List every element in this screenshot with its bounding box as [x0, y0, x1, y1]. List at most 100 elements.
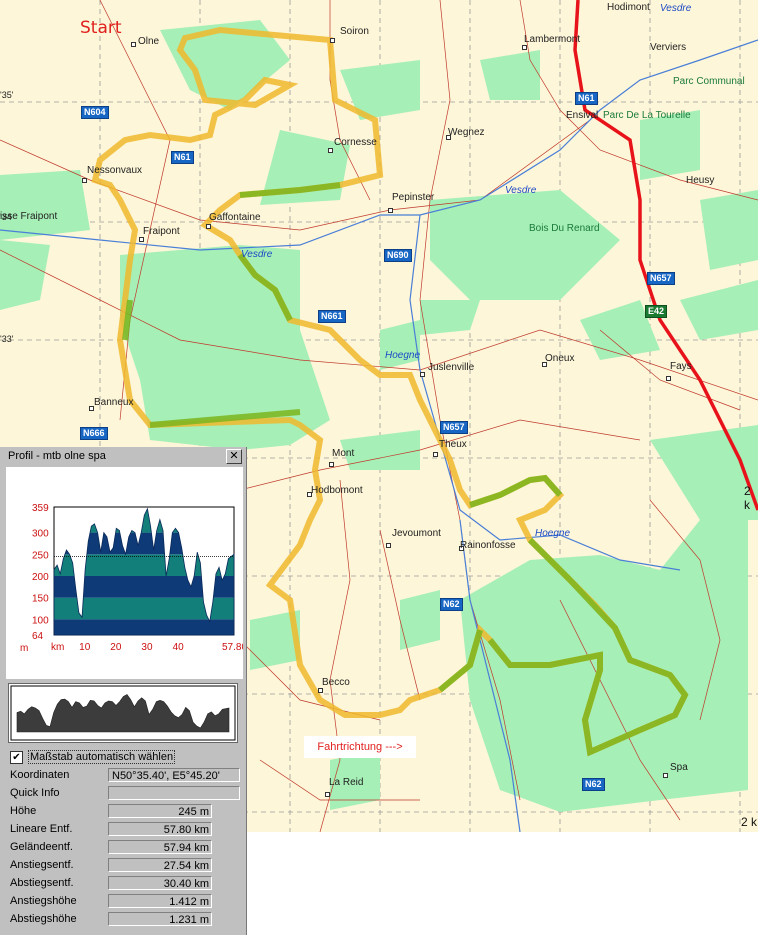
place-label: Ensival: [566, 110, 599, 121]
autoscale-checkbox-row[interactable]: ✔ Maßstab automatisch wählen: [8, 749, 240, 765]
info-row-quickinfo: Quick Info: [0, 785, 246, 802]
road-shield: N690: [384, 249, 412, 262]
y-tick-label: 150: [32, 594, 49, 605]
river-label: Hoegne: [535, 528, 571, 539]
x-tick-label: 30: [141, 642, 153, 653]
place-label: Verviers: [650, 42, 687, 53]
place-label: Heusy: [686, 175, 715, 186]
place-label: Jevoumont: [392, 528, 441, 539]
place-label: Spa: [670, 762, 688, 773]
road-shield: N661: [318, 310, 346, 323]
place-label: Cornesse: [334, 137, 377, 148]
x-tick-label: 20: [110, 642, 122, 653]
info-label: Geländeentf.: [10, 841, 73, 853]
place-label: La Reid: [329, 777, 364, 788]
y-axis-unit: m: [20, 643, 28, 654]
profile-title: Profil - mtb olne spa: [8, 450, 106, 462]
elevation-overview[interactable]: [8, 683, 238, 743]
info-row-anstiegshoehe: Anstiegshöhe 1.412 m: [0, 893, 246, 910]
place-label: Juslenville: [428, 362, 475, 373]
road-shield: N604: [81, 106, 109, 119]
info-value: [108, 786, 240, 800]
elevation-chart-svg: 359 300 250 200 150 100 64 m 10 20 30 40 57.80 km: [20, 503, 247, 654]
info-row-lineare: Lineare Entf. 57.80 km: [0, 821, 246, 838]
place-label: Bois Du Renard: [529, 223, 600, 234]
place-label: Becco: [322, 677, 350, 688]
info-value: 1.231 m: [108, 912, 212, 926]
y-tick-label: 250: [32, 550, 49, 561]
place-label: Soiron: [340, 26, 369, 37]
info-label: Koordinaten: [10, 769, 70, 781]
road-shield: E42: [645, 305, 668, 318]
place-label: Parc De La Tourelle: [603, 110, 691, 121]
elevation-overview-svg: [10, 685, 236, 741]
road-shield: N62: [582, 778, 605, 791]
info-row-abstiegsentf: Abstiegsentf. 30.40 km: [0, 875, 246, 892]
start-label: Start: [80, 18, 122, 38]
x-axis-unit: km: [51, 642, 64, 653]
place-label: Olne: [138, 36, 160, 47]
y-tick-label: 100: [32, 615, 49, 626]
x-tick-label: 40: [173, 642, 185, 653]
x-tick-label: 10: [79, 642, 91, 653]
river-label: Vesdre: [660, 3, 692, 14]
elevation-band: [54, 619, 234, 635]
info-row-abstiegshoehe: Abstiegshöhe 1.231 m: [0, 911, 246, 928]
scale-label: 2 k: [741, 815, 758, 829]
place-label: Nessonvaux: [87, 165, 143, 176]
place-label: Lambermont: [524, 34, 581, 45]
place-label: Hodimont: [607, 2, 650, 13]
place-label: isse Fraipont: [0, 211, 58, 222]
river-label: Vesdre: [505, 185, 537, 196]
place-label: Hodbomont: [311, 485, 363, 496]
info-value: 1.412 m: [108, 894, 212, 908]
info-label: Quick Info: [10, 787, 60, 799]
y-tick-label: 359: [32, 503, 49, 514]
river-label: Vesdre: [241, 249, 273, 260]
road-shield: N62: [440, 598, 463, 611]
info-value: 245 m: [108, 804, 212, 818]
road-shield: N657: [440, 421, 468, 434]
direction-label: Fahrtrichtung --->: [304, 736, 416, 758]
place-label: Wegnez: [448, 127, 485, 138]
autoscale-checkbox[interactable]: ✔: [10, 751, 23, 764]
river-label: Hoegne: [385, 350, 421, 361]
info-row-gelaende: Geländeentf. 57.94 km: [0, 839, 246, 856]
info-value: N50°35.40', E5°45.20': [108, 768, 240, 782]
profile-titlebar[interactable]: Profil - mtb olne spa ✕: [0, 447, 246, 465]
info-value: 57.94 km: [108, 840, 212, 854]
road-shield: N666: [80, 427, 108, 440]
close-button[interactable]: ✕: [226, 449, 242, 464]
place-label: Banneux: [94, 397, 134, 408]
profile-window[interactable]: Profil - mtb olne spa ✕ 359 300 250 200 150 1…: [0, 447, 247, 935]
y-tick-label: 64: [32, 631, 44, 642]
x-tick-label: 57.80: [222, 642, 243, 653]
info-value: 30.40 km: [108, 876, 212, 890]
place-label: Theux: [439, 439, 467, 450]
coord-label: '35': [0, 90, 14, 100]
info-label: Anstiegsentf.: [10, 859, 74, 871]
info-label: Abstiegsentf.: [10, 877, 74, 889]
y-tick-label: 200: [32, 572, 49, 583]
info-label: Höhe: [10, 805, 37, 817]
coord-label: '33': [0, 334, 14, 344]
place-label: Pepinster: [392, 192, 435, 203]
info-row-hoehe: Höhe 245 m: [0, 803, 246, 820]
place-label: Gaffontaine: [209, 212, 261, 223]
place-label: Oneux: [545, 353, 575, 364]
info-value: 57.80 km: [108, 822, 212, 836]
autoscale-label: Maßstab automatisch wählen: [28, 750, 176, 764]
info-row-anstiegsentf: Anstiegsentf. 27.54 km: [0, 857, 246, 874]
info-label: Anstiegshöhe: [10, 895, 77, 907]
road-shield: N61: [171, 151, 194, 164]
place-label: Parc Communal: [673, 76, 745, 87]
elevation-chart[interactable]: 359 300 250 200 150 100 64 m 10 20 30 40 57.80 km: [6, 467, 247, 679]
scale-label: 2 k: [744, 484, 751, 512]
road-shield: N61: [575, 92, 598, 105]
place-label: Mont: [332, 448, 355, 459]
info-value: 27.54 km: [108, 858, 212, 872]
place-label: Fays: [670, 361, 692, 372]
place-label: Rainonfosse: [460, 540, 516, 551]
info-label: Lineare Entf.: [10, 823, 73, 835]
road-shield: N657: [647, 272, 675, 285]
